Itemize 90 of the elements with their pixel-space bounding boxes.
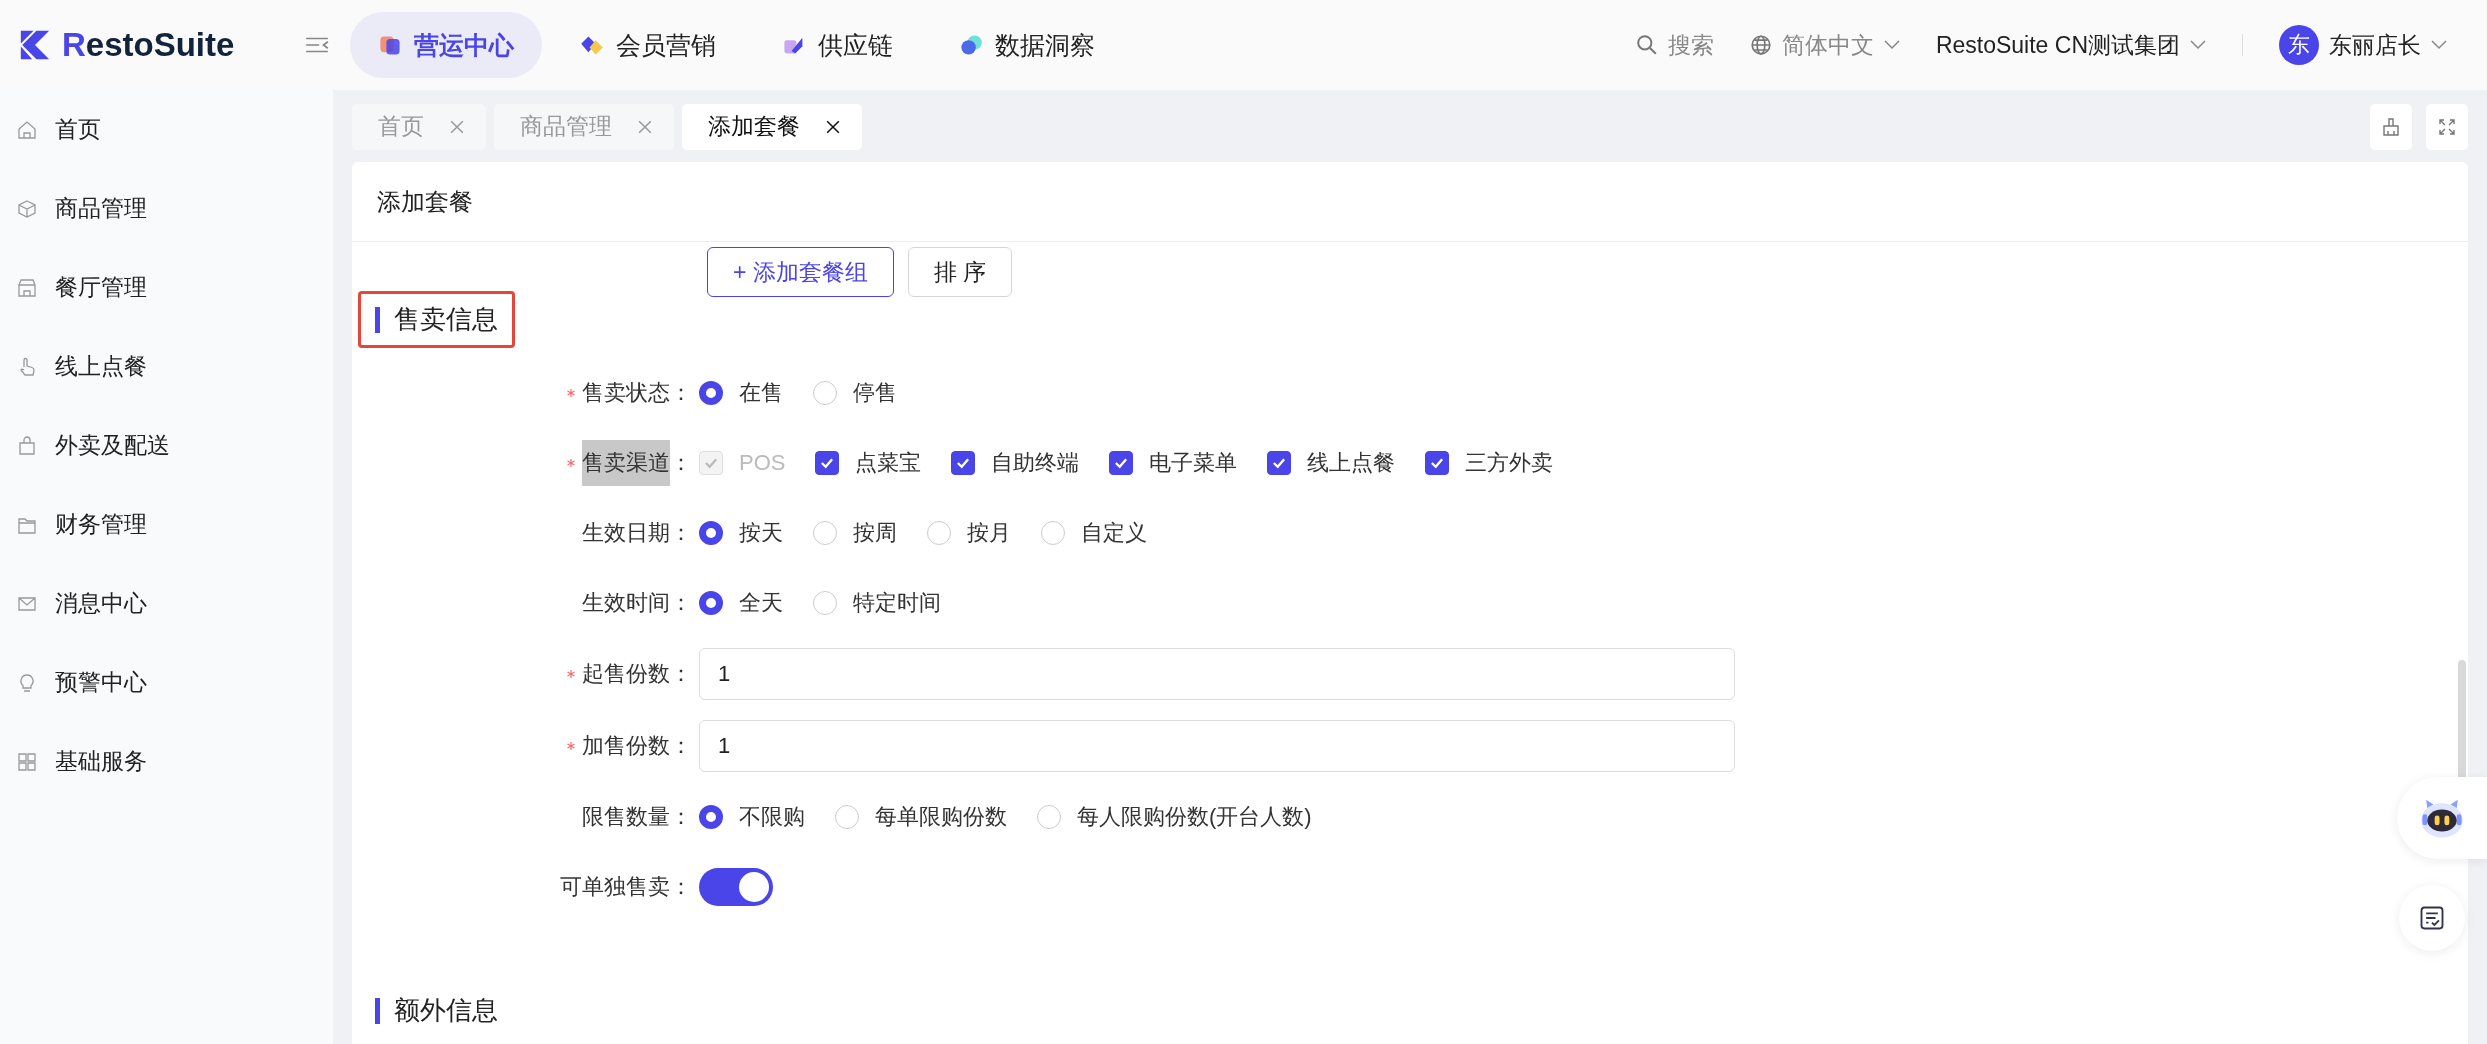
user-menu[interactable]: 东 东丽店长 — [2279, 25, 2447, 65]
checkbox-option[interactable]: 三方外卖 — [1425, 448, 1554, 478]
section-bar — [375, 306, 380, 333]
field-label: 限售数量 — [582, 803, 670, 831]
sidebar-item[interactable]: 外卖及配送 — [0, 406, 333, 485]
logo-icon — [18, 28, 52, 62]
circles-icon — [959, 33, 983, 57]
radio-option[interactable]: 停售 — [813, 378, 897, 408]
field-label: 生效日期 — [582, 519, 670, 547]
sidebar-item[interactable]: 商品管理 — [0, 169, 333, 248]
checkbox[interactable] — [1267, 451, 1292, 475]
chevron-down-icon — [1883, 40, 1900, 50]
checkbox[interactable] — [951, 451, 976, 475]
broom-icon — [2381, 116, 2401, 137]
radio-button[interactable] — [699, 521, 723, 545]
storefront-icon — [17, 277, 37, 298]
checkbox-option[interactable]: 线上点餐 — [1267, 448, 1396, 478]
user-avatar: 东 — [2279, 25, 2319, 65]
shopping-bag-icon — [17, 435, 37, 456]
close-icon[interactable] — [826, 119, 840, 134]
sidebar-item[interactable]: 财务管理 — [0, 485, 333, 564]
radio-option[interactable]: 在售 — [699, 378, 783, 408]
radio-option[interactable]: 每人限购份数(开台人数) — [1037, 802, 1312, 832]
sidebar-item[interactable]: 餐厅管理 — [0, 248, 333, 327]
radio-option[interactable]: 特定时间 — [813, 588, 941, 618]
page-title: 添加套餐 — [352, 162, 2468, 242]
assistant-button[interactable] — [2397, 777, 2487, 859]
sidebar-item[interactable]: 基础服务 — [0, 722, 333, 801]
radio-option[interactable]: 全天 — [699, 588, 783, 618]
label-colon: ： — [670, 379, 692, 407]
checklist-icon — [2418, 904, 2446, 932]
globe-icon — [1749, 34, 1772, 56]
radio-option[interactable]: 按周 — [813, 518, 897, 548]
module-tab[interactable]: 数据洞察 — [931, 12, 1123, 78]
scrollbar[interactable] — [2458, 660, 2466, 780]
number-input[interactable]: 1 — [699, 648, 1735, 700]
radio-button[interactable] — [699, 381, 723, 405]
radio-option[interactable]: 自定义 — [1041, 518, 1147, 548]
field-label: 可单独售卖 — [560, 873, 670, 901]
label-colon: ： — [670, 519, 692, 547]
field-label: 生效时间 — [582, 589, 670, 617]
clear-cache-button[interactable] — [2370, 103, 2412, 150]
sidebar-item[interactable]: 消息中心 — [0, 564, 333, 643]
checkbox[interactable] — [1425, 451, 1450, 475]
label-colon: ： — [670, 732, 692, 760]
module-tab[interactable]: 营运中心 — [350, 12, 542, 78]
radio-button[interactable] — [699, 805, 723, 829]
lightbulb-icon — [17, 672, 37, 693]
sidebar-item[interactable]: 首页 — [0, 90, 333, 169]
search-icon — [1635, 34, 1658, 56]
field-label: 起售份数 — [582, 660, 670, 688]
checkbox[interactable] — [815, 451, 840, 475]
sort-button[interactable]: 排 序 — [907, 247, 1013, 297]
checkbox-option[interactable]: 点菜宝 — [815, 448, 922, 478]
chevron-down-icon — [2431, 40, 2447, 50]
checkbox-option[interactable]: 自助终端 — [951, 448, 1080, 478]
page-tab[interactable]: 添加套餐 — [682, 103, 862, 150]
radio-option[interactable]: 不限购 — [699, 802, 805, 832]
field-label: 售卖渠道 — [582, 440, 670, 486]
organization-dropdown[interactable]: RestoSuite CN测试集团 — [1935, 29, 2206, 61]
label-colon: ： — [670, 449, 692, 477]
module-tab[interactable]: 会员营销 — [552, 12, 744, 78]
home-icon — [17, 119, 37, 140]
checkbox-option[interactable]: 电子菜单 — [1109, 448, 1238, 478]
label-colon: ： — [670, 803, 692, 831]
label-colon: ： — [670, 660, 692, 688]
brand-name: RestoSuite — [62, 26, 235, 64]
section-bar — [375, 997, 380, 1024]
radio-option[interactable]: 按天 — [699, 518, 783, 548]
number-input[interactable]: 1 — [699, 720, 1735, 772]
fullscreen-icon — [2437, 116, 2457, 137]
checkbox[interactable] — [1109, 451, 1134, 475]
chevron-down-icon — [2190, 40, 2206, 50]
section-title: 售卖信息 — [394, 303, 498, 336]
sidebar-item[interactable]: 线上点餐 — [0, 327, 333, 406]
grid-icon — [17, 751, 37, 772]
add-group-button[interactable]: + 添加套餐组 — [707, 247, 894, 297]
radio-button[interactable] — [699, 591, 723, 615]
toggle-switch[interactable] — [699, 868, 773, 906]
radio-option[interactable]: 每单限购份数 — [835, 802, 1007, 832]
field-label: 加售份数 — [582, 732, 670, 760]
label-colon: ： — [670, 589, 692, 617]
module-tab[interactable]: 供应链 — [754, 12, 921, 78]
section-title: 额外信息 — [394, 994, 498, 1027]
radio-option[interactable]: 按月 — [927, 518, 1011, 548]
fullscreen-button[interactable] — [2426, 103, 2468, 150]
label-colon: ： — [670, 873, 692, 901]
sidebar-item[interactable]: 预警中心 — [0, 643, 333, 722]
field-label: 售卖状态 — [582, 379, 670, 407]
cube-icon — [17, 198, 37, 219]
